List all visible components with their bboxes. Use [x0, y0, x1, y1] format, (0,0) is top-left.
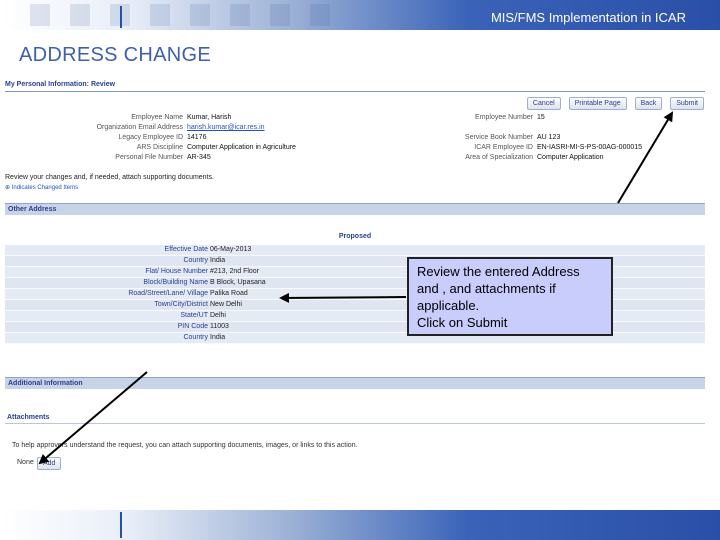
info-row: ICAR Employee ID EN-IASRI-MI-S-PS-00AG-00… [474, 144, 643, 151]
changed-items-legend: ⊕ Indicates Changed Items [5, 185, 79, 191]
slide-footer-banner [0, 510, 720, 540]
email-link[interactable]: harish.kumar@icar.res.in [187, 123, 265, 133]
additional-information-header: Additional Information [5, 377, 705, 389]
banner-divider [120, 512, 122, 538]
review-instruction: Review your changes and, if needed, atta… [5, 174, 214, 181]
slide-header-title: MIS/FMS Implementation in ICAR [490, 10, 686, 25]
instruction-callout: Review the entered Address and , and att… [407, 257, 613, 336]
printable-page-button[interactable]: Printable Page [568, 97, 627, 110]
banner-decoration [30, 4, 330, 26]
other-address-header: Other Address [5, 203, 705, 215]
action-button-bar: Cancel Printable Page Back Submit [526, 97, 704, 110]
attachments-title: Attachments [7, 414, 50, 421]
page-title: My Personal Information: Review [5, 81, 116, 88]
attachments-none-label: None [17, 459, 34, 466]
submit-button[interactable]: Submit [670, 97, 704, 110]
callout-line: Review the entered Address [417, 264, 580, 279]
info-row: Legacy Employee ID 14176 [118, 134, 207, 141]
back-button[interactable]: Back [634, 97, 663, 110]
banner-divider [120, 6, 122, 28]
callout-line: applicable. [417, 298, 480, 313]
info-row: Personal File Number AR-345 [115, 154, 211, 161]
info-row: Organization Email Address harish.kumar@i… [96, 123, 265, 133]
title-divider [5, 91, 705, 92]
slide-header-banner: MIS/FMS Implementation in ICAR [0, 0, 720, 30]
changed-item-icon: ⊕ [5, 185, 12, 191]
table-row: Effective Date 06-May-2013 [5, 245, 705, 256]
proposed-column-header: Proposed [338, 233, 372, 240]
info-row: Service Book Number AU 123 [464, 134, 561, 141]
attachments-divider [5, 423, 705, 424]
attachments-help-text: To help approvers understand the request… [12, 442, 358, 449]
callout-line: and , and attachments if [417, 281, 556, 296]
add-attachment-button[interactable]: Add [37, 457, 62, 470]
employee-info-right: Employee Number 15 Service Book Number AU … [440, 113, 642, 163]
slide-title: ADDRESS CHANGE [19, 44, 212, 66]
info-row: ARS Discipline Computer Application in Ag… [136, 144, 296, 151]
info-row: Area of Specialization Computer Applicati… [465, 154, 604, 161]
employee-info-left: Employee Name Kumar, Harish Organization … [60, 113, 296, 163]
info-row: Employee Number 15 [475, 114, 545, 121]
callout-line: Click on Submit [417, 315, 508, 330]
cancel-button[interactable]: Cancel [526, 97, 561, 110]
info-row: Employee Name Kumar, Harish [131, 114, 232, 121]
